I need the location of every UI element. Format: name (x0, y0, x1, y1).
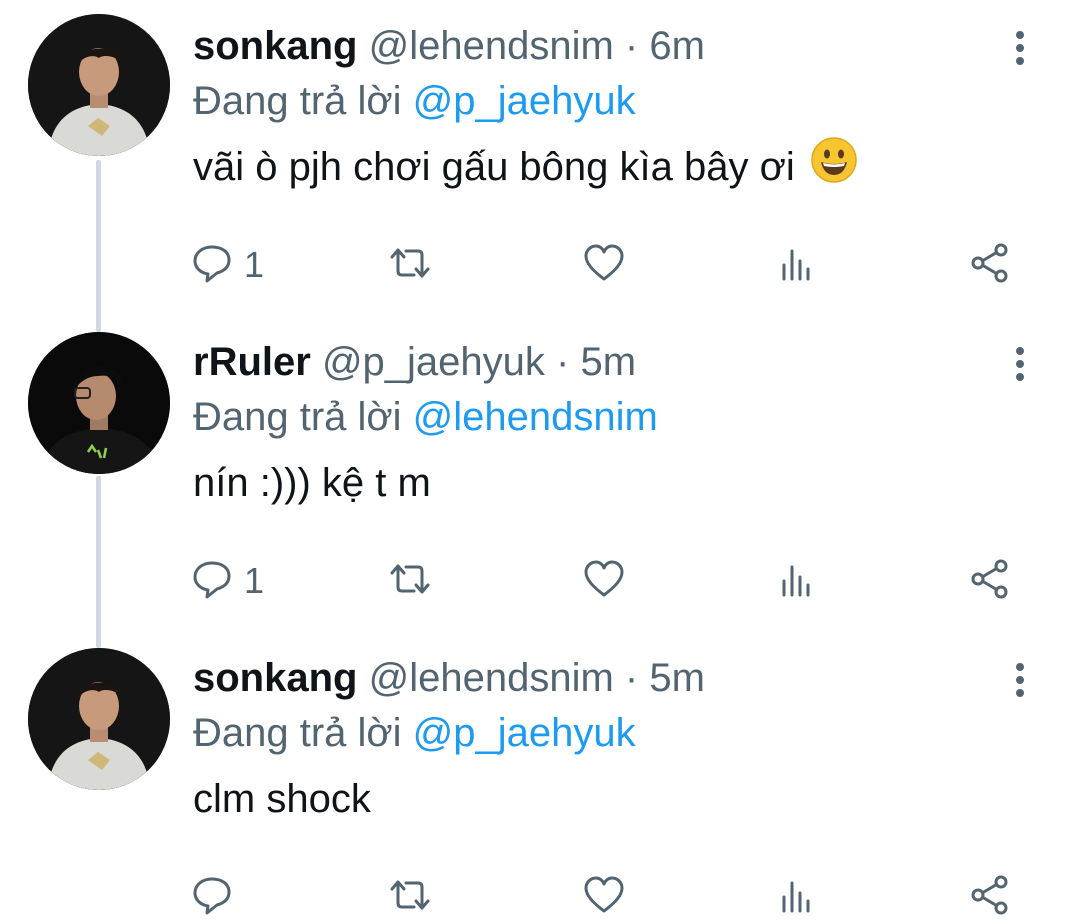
like-icon (582, 241, 626, 290)
tweet[interactable]: rRuler @p_jaehyuk · 5m Đang trả lời @leh… (0, 316, 1080, 632)
reply-button[interactable] (190, 872, 244, 922)
like-button[interactable] (582, 556, 626, 606)
separator-dot: · (624, 656, 639, 700)
views-button[interactable] (776, 556, 816, 606)
avatar[interactable] (28, 332, 170, 474)
reply-count: 1 (244, 244, 265, 285)
retweet-icon (386, 241, 434, 290)
tweet-header: sonkang @lehendsnim · 6m (193, 20, 1040, 72)
tweet[interactable]: sonkang @lehendsnim · 5m Đang trả lời @p… (0, 632, 1080, 924)
separator-dot: · (624, 24, 639, 68)
display-name[interactable]: sonkang (193, 656, 357, 700)
tweet-text: vãi ò pjh chơi gấu bông kìa bây ơi (193, 136, 1040, 198)
user-handle[interactable]: @lehendsnim (369, 24, 614, 68)
mention-link[interactable]: @p_jaehyuk (413, 711, 636, 755)
grinning-face-emoji (810, 136, 858, 202)
reply-button[interactable]: 1 (190, 240, 264, 290)
share-button[interactable] (968, 240, 1012, 290)
display-name[interactable]: sonkang (193, 24, 357, 68)
mention-link[interactable]: @lehendsnim (413, 395, 658, 439)
views-icon (776, 557, 816, 606)
tweet-text-content: nín :))) kệ t m (193, 461, 431, 505)
tweet-content: rRuler @p_jaehyuk · 5m Đang trả lời @leh… (193, 336, 1040, 514)
more-options-icon[interactable] (1008, 660, 1032, 700)
tweet-text-content: vãi ò pjh chơi gấu bông kìa bây ơi (193, 145, 795, 189)
reply-icon (190, 241, 234, 290)
reply-button[interactable]: 1 (190, 556, 264, 606)
tweet-actions: 1 (190, 240, 1030, 290)
replying-to-label: Đang trả lời (193, 711, 402, 755)
retweet-button[interactable] (386, 872, 434, 922)
replying-to-label: Đang trả lời (193, 395, 402, 439)
views-icon (776, 873, 816, 922)
share-button[interactable] (968, 556, 1012, 606)
replying-to: Đang trả lời @p_jaehyuk (193, 72, 1040, 130)
like-icon (582, 557, 626, 606)
views-icon (776, 241, 816, 290)
timestamp[interactable]: 6m (649, 24, 705, 68)
views-button[interactable] (776, 872, 816, 922)
reply-icon (190, 557, 234, 606)
display-name[interactable]: rRuler (193, 340, 311, 384)
tweet-content: sonkang @lehendsnim · 6m Đang trả lời @p… (193, 20, 1040, 198)
like-button[interactable] (582, 872, 626, 922)
retweet-icon (386, 557, 434, 606)
tweet-text: clm shock (193, 768, 1040, 830)
timestamp[interactable]: 5m (649, 656, 705, 700)
timestamp[interactable]: 5m (580, 340, 636, 384)
tweet-header: sonkang @lehendsnim · 5m (193, 652, 1040, 704)
tweet-content: sonkang @lehendsnim · 5m Đang trả lời @p… (193, 652, 1040, 830)
replying-to-label: Đang trả lời (193, 79, 402, 123)
share-icon (968, 241, 1012, 290)
replying-to: Đang trả lời @p_jaehyuk (193, 704, 1040, 762)
share-icon (968, 557, 1012, 606)
avatar[interactable] (28, 14, 170, 156)
share-button[interactable] (968, 872, 1012, 922)
tweet-thread: sonkang @lehendsnim · 6m Đang trả lời @p… (0, 0, 1080, 924)
tweet[interactable]: sonkang @lehendsnim · 6m Đang trả lời @p… (0, 0, 1080, 316)
user-handle[interactable]: @p_jaehyuk (322, 340, 545, 384)
more-options-icon[interactable] (1008, 344, 1032, 384)
tweet-text: nín :))) kệ t m (193, 452, 1040, 514)
like-icon (582, 873, 626, 922)
retweet-icon (386, 873, 434, 922)
tweet-text-content: clm shock (193, 777, 371, 821)
share-icon (968, 873, 1012, 922)
reply-count: 1 (244, 560, 265, 601)
retweet-button[interactable] (386, 240, 434, 290)
replying-to: Đang trả lời @lehendsnim (193, 388, 1040, 446)
mention-link[interactable]: @p_jaehyuk (413, 79, 636, 123)
like-button[interactable] (582, 240, 626, 290)
tweet-actions (190, 872, 1030, 922)
views-button[interactable] (776, 240, 816, 290)
tweet-actions: 1 (190, 556, 1030, 606)
user-handle[interactable]: @lehendsnim (369, 656, 614, 700)
avatar[interactable] (28, 648, 170, 790)
retweet-button[interactable] (386, 556, 434, 606)
tweet-header: rRuler @p_jaehyuk · 5m (193, 336, 1040, 388)
separator-dot: · (556, 340, 570, 384)
reply-icon (190, 873, 234, 922)
more-options-icon[interactable] (1008, 28, 1032, 68)
